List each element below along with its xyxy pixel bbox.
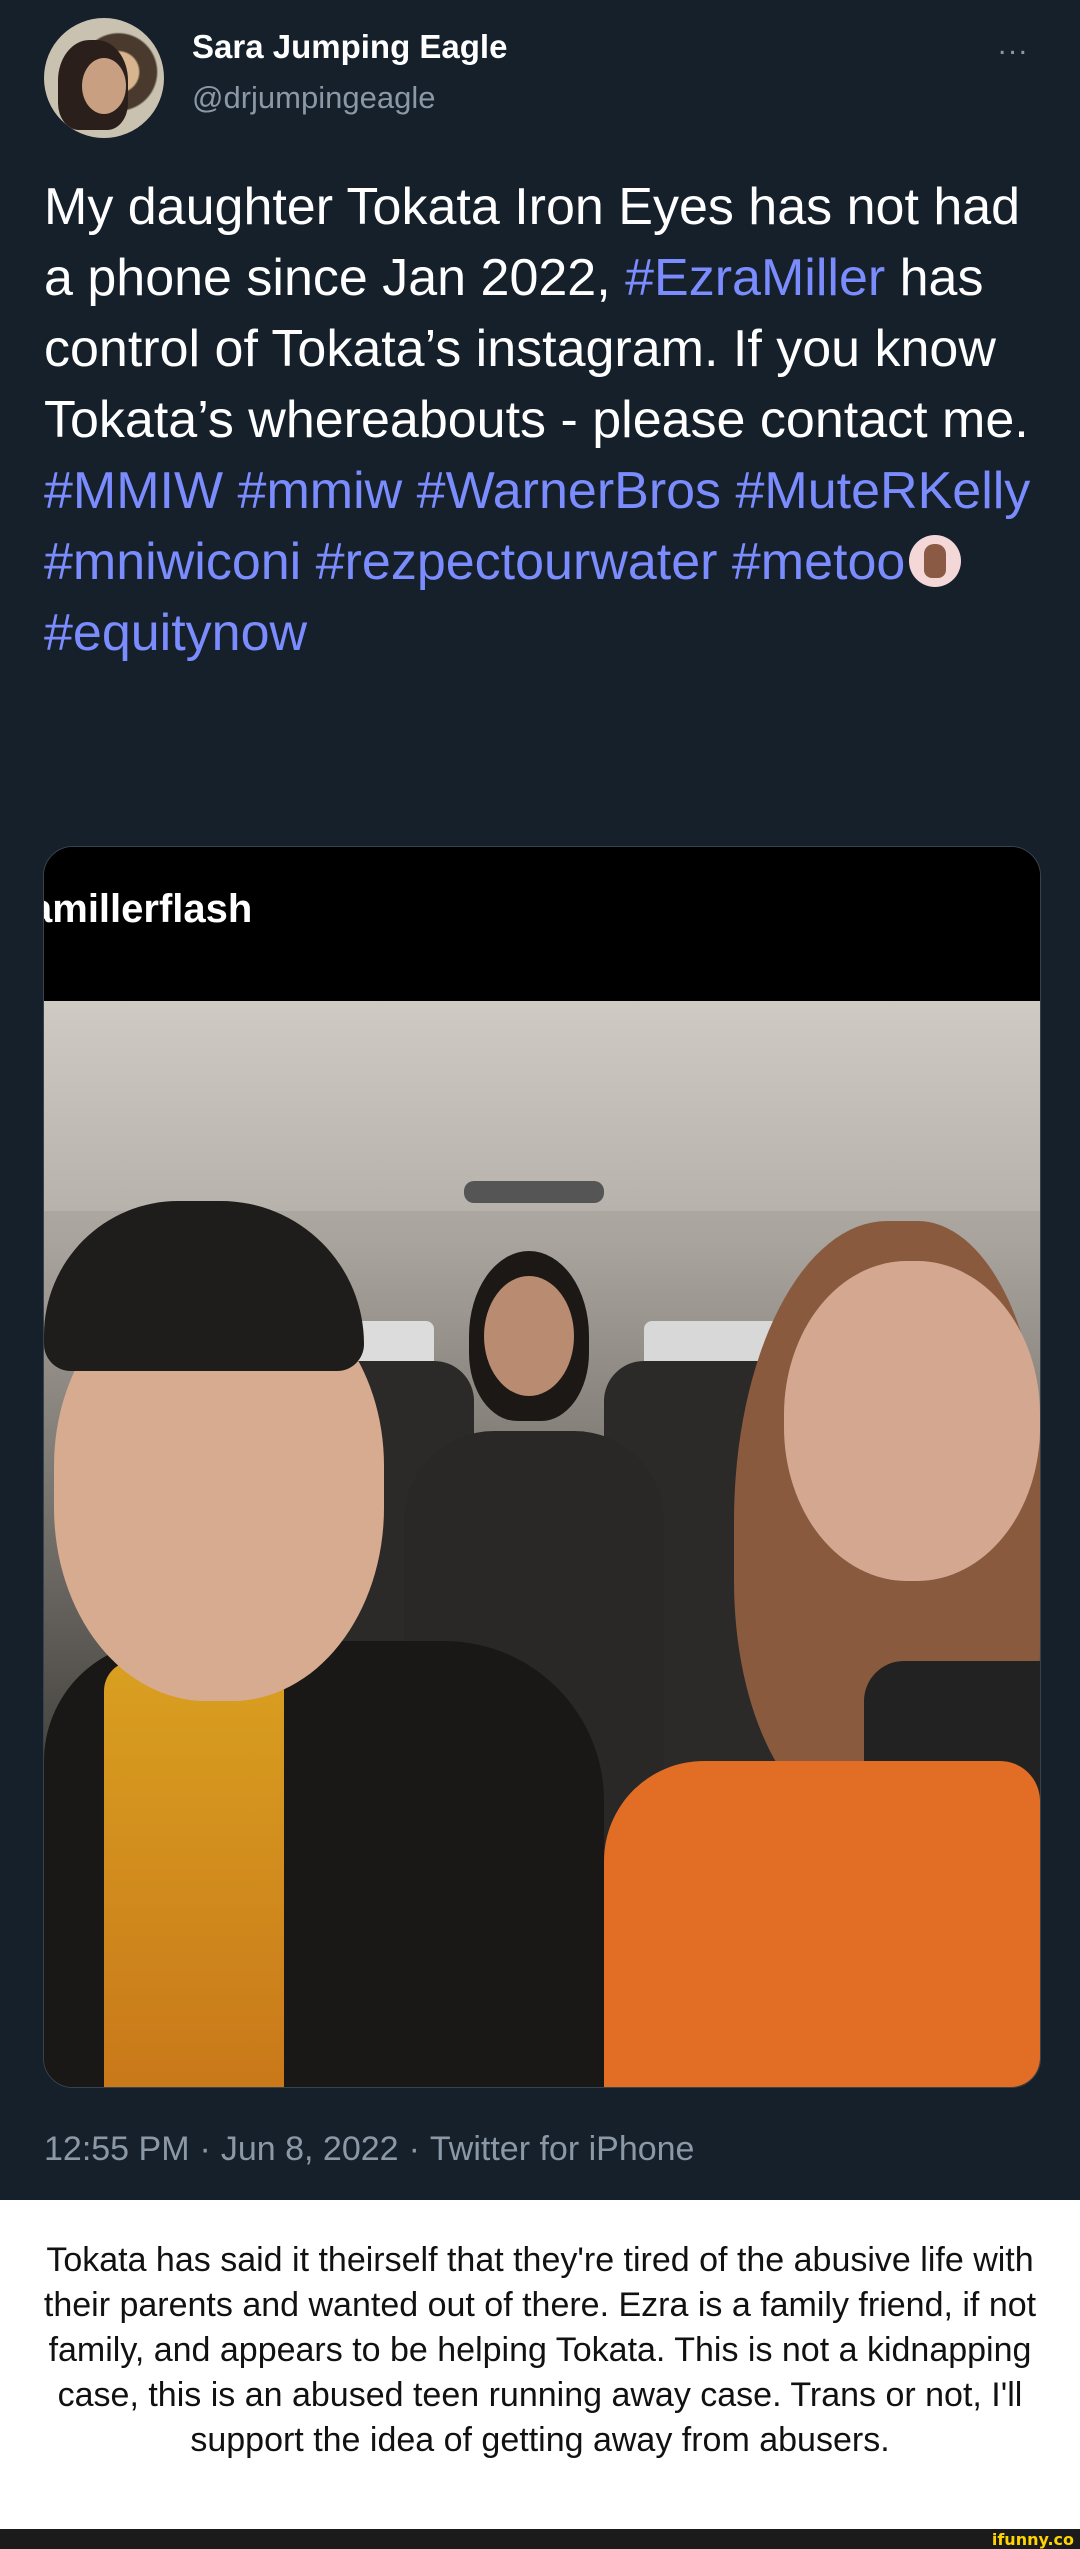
- tweet-media-image[interactable]: amillerflash: [43, 846, 1041, 2088]
- ifunny-watermark: ifunny.co: [991, 2530, 1074, 2549]
- car-ceiling: [44, 1001, 1040, 1211]
- hashtag-link[interactable]: #metoo: [732, 533, 905, 591]
- person-middle-face: [484, 1276, 574, 1396]
- more-options-icon[interactable]: ...: [998, 28, 1029, 62]
- avatar-face: [82, 58, 126, 114]
- tweet-date[interactable]: Jun 8, 2022: [221, 2130, 399, 2168]
- author-avatar[interactable]: [44, 18, 164, 138]
- hashtag-link[interactable]: #rezpectourwater: [316, 533, 718, 591]
- comment-caption: Tokata has said it theirself that they'r…: [0, 2200, 1080, 2529]
- hashtag-link[interactable]: #mniwiconi: [44, 533, 301, 591]
- hashtag-link[interactable]: #MMIW: [44, 462, 223, 520]
- raised-hand-emoji-icon: [909, 535, 962, 587]
- comment-text: Tokata has said it theirself that they'r…: [43, 2241, 1037, 2459]
- tweet-metadata: 12:55 PM · Jun 8, 2022 · Twitter for iPhone: [44, 2130, 694, 2169]
- footer-bar: ifunny.co: [0, 2529, 1080, 2549]
- media-header-bar: amillerflash: [44, 847, 1040, 1001]
- tweet-time[interactable]: 12:55 PM: [44, 2130, 190, 2168]
- hashtag-link[interactable]: #mmiw: [238, 462, 403, 520]
- author-handle[interactable]: @drjumpingeagle: [192, 80, 435, 116]
- separator: ·: [199, 2130, 211, 2168]
- hashtag-link[interactable]: #EzraMiller: [625, 249, 885, 307]
- hashtag-link[interactable]: #WarnerBros: [417, 462, 721, 520]
- hashtag-link[interactable]: #MuteRKelly: [736, 462, 1031, 520]
- tweet-text: My daughter Tokata Iron Eyes has not had…: [44, 172, 1044, 669]
- person-right-face: [784, 1261, 1040, 1581]
- person-left-scarf: [104, 1661, 284, 2087]
- media-overlay-handle: amillerflash: [43, 887, 253, 931]
- author-name[interactable]: Sara Jumping Eagle: [192, 28, 507, 66]
- separator: ·: [408, 2130, 420, 2168]
- person-right-jacket: [604, 1761, 1040, 2087]
- tweet-source[interactable]: Twitter for iPhone: [430, 2130, 695, 2168]
- tweet-card: Sara Jumping Eagle @drjumpingeagle ... M…: [0, 0, 1080, 2200]
- person-left-hat: [44, 1201, 364, 1371]
- car-selfie-photo: [44, 1001, 1040, 2087]
- rearview-mirror: [464, 1181, 604, 1203]
- hashtag-link[interactable]: #equitynow: [44, 604, 307, 662]
